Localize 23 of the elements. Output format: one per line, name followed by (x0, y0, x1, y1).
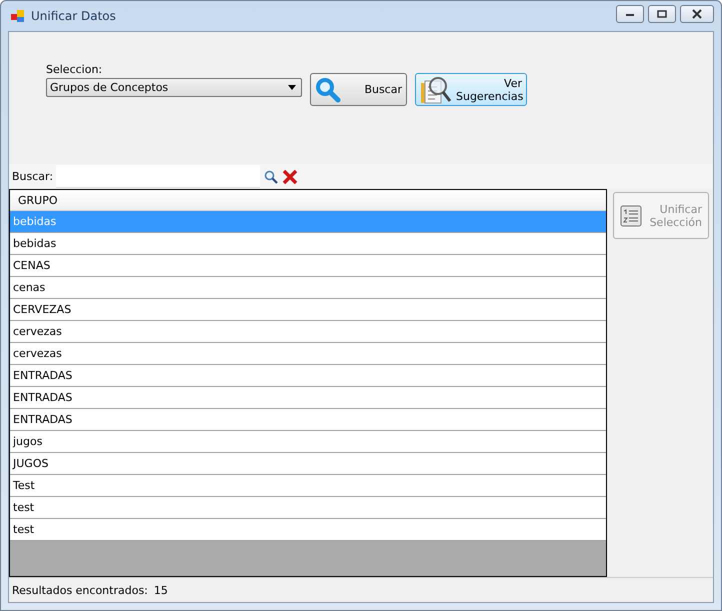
table-row[interactable]: test (10, 497, 606, 519)
table-row[interactable]: cenas (10, 277, 606, 299)
table-row[interactable]: test (10, 519, 606, 541)
table-row[interactable]: JUGOS (10, 453, 606, 475)
seleccion-dropdown[interactable]: Grupos de Conceptos (46, 78, 302, 97)
table-row[interactable]: CERVEZAS (10, 299, 606, 321)
column-header[interactable]: GRUPO (10, 190, 606, 211)
buscar-label: Buscar: (12, 170, 52, 183)
table-row[interactable]: Test (10, 475, 606, 497)
seleccion-label: Seleccion: (46, 63, 104, 76)
table-row[interactable]: bebidas (10, 233, 606, 255)
window-title: Unificar Datos (31, 9, 116, 23)
results-count: 15 (154, 584, 168, 596)
table-row[interactable]: cervezas (10, 321, 606, 343)
table-row[interactable]: ENTRADAS (10, 387, 606, 409)
status-label: Resultados encontrados: (12, 584, 148, 596)
table-row[interactable]: jugos (10, 431, 606, 453)
table-row[interactable]: ENTRADAS (10, 409, 606, 431)
buscar-button[interactable]: Buscar (310, 73, 407, 106)
table-row[interactable]: ENTRADAS (10, 365, 606, 387)
suggestions-button[interactable]: Ver Sugerencias (415, 73, 527, 106)
table-row[interactable]: cervezas (10, 343, 606, 365)
table-row[interactable]: CENAS (10, 255, 606, 277)
